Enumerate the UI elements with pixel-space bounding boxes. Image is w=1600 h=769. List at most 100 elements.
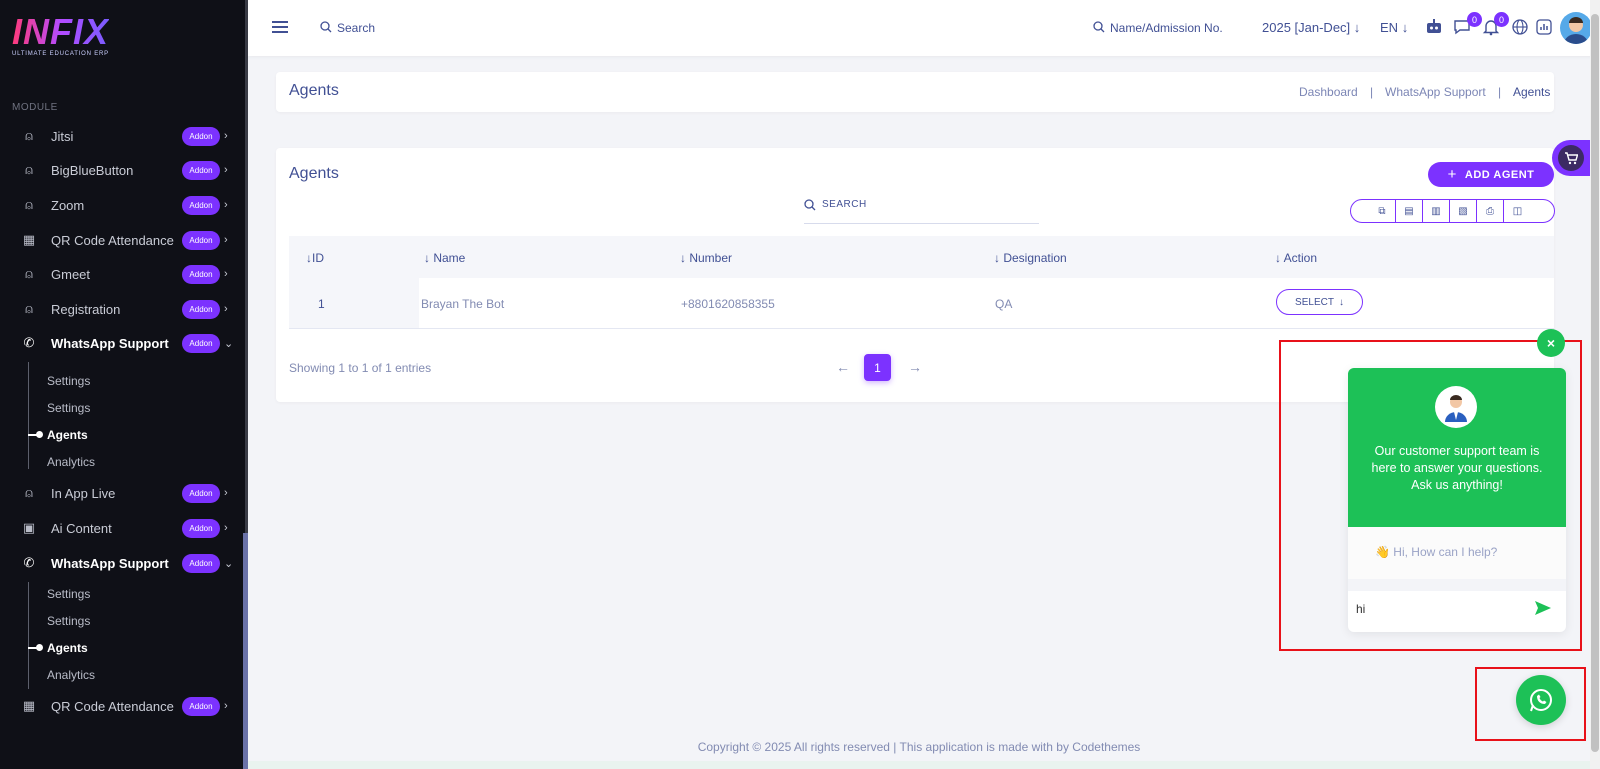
sort-icon: ↓	[994, 251, 1004, 265]
session-select[interactable]: 2025 [Jan-Dec] ↓	[1262, 20, 1360, 35]
column-label: Designation	[1003, 251, 1067, 265]
chat-divider	[1348, 579, 1566, 591]
columns-icon[interactable]: ◫	[1504, 200, 1531, 222]
sidebar-subitem-settings[interactable]: Settings	[47, 614, 90, 628]
column-header-id[interactable]: ↓ID	[306, 251, 324, 265]
chat-header: Our customer support team is here to ans…	[1348, 368, 1566, 527]
sidebar-subitem-agents[interactable]: Agents	[47, 428, 88, 442]
chat-widget: Our customer support team is here to ans…	[1348, 368, 1566, 632]
entries-info: Showing 1 to 1 of 1 entries	[289, 361, 432, 375]
robot-icon[interactable]	[1424, 17, 1444, 37]
sort-icon: ↓	[424, 251, 434, 265]
avatar[interactable]	[1560, 12, 1592, 44]
page-header: Agents Dashboard | WhatsApp Support | Ag…	[276, 72, 1554, 112]
sidebar-subitem-agents[interactable]: Agents	[47, 641, 88, 655]
breadcrumb-whatsapp-support[interactable]: WhatsApp Support	[1385, 85, 1486, 99]
search-icon	[1093, 21, 1105, 33]
sidebar-item-label: Zoom	[51, 197, 85, 213]
chat-message-input[interactable]: hi	[1356, 602, 1365, 616]
session-label: 2025 [Jan-Dec]	[1262, 20, 1351, 35]
sidebar-subitem-analytics[interactable]: Analytics	[47, 668, 95, 682]
user-icon: ⍝	[25, 485, 33, 500]
sidebar-scrollbar[interactable]	[243, 533, 248, 769]
column-header-designation[interactable]: ↓ Designation	[994, 251, 1067, 265]
arrow-down-icon: ↓	[1338, 296, 1344, 308]
column-header-number[interactable]: ↓ Number	[680, 251, 732, 265]
tree-line	[28, 362, 29, 469]
column-header-action[interactable]: ↓ Action	[1275, 251, 1317, 265]
addon-badge: Addon	[182, 696, 220, 716]
menu-toggle-icon[interactable]	[272, 20, 288, 34]
send-icon[interactable]	[1534, 599, 1552, 617]
search-icon	[804, 199, 816, 211]
sidebar-item-whatsapp-support[interactable]: ✆ WhatsApp Support Addon ⌄	[0, 326, 240, 360]
row-divider	[289, 328, 1554, 329]
sidebar-item-ai-content[interactable]: ▣ Ai Content Addon ›	[0, 511, 240, 545]
pdf-icon[interactable]: ▧	[1450, 200, 1477, 222]
chevron-down-icon: ⌄	[224, 337, 234, 350]
active-dot	[28, 644, 43, 651]
addon-badge: Addon	[182, 264, 220, 284]
chevron-right-icon: ›	[224, 487, 228, 499]
column-label: Number	[689, 251, 733, 265]
copy-icon[interactable]: ⧉	[1369, 200, 1396, 222]
sidebar-item-registration[interactable]: ⍝ Registration Addon ›	[0, 292, 240, 326]
globe-icon[interactable]	[1512, 19, 1528, 35]
addon-badge: Addon	[182, 483, 220, 503]
report-icon[interactable]	[1536, 19, 1552, 35]
table-header	[289, 236, 1554, 278]
addon-badge: Addon	[182, 333, 220, 353]
agent-number: +8801620858355	[681, 297, 775, 311]
logo[interactable]: INFIX ULTIMATE EDUCATION ERP	[12, 14, 109, 58]
print-icon[interactable]: ⎙	[1477, 200, 1504, 222]
sidebar-item-in-app-live[interactable]: ⍝ In App Live Addon ›	[0, 476, 240, 510]
sidebar-item-label: WhatsApp Support	[51, 555, 169, 571]
page-scrollbar[interactable]	[1590, 0, 1600, 769]
language-select[interactable]: EN ↓	[1380, 20, 1408, 35]
cart-icon	[1558, 145, 1584, 171]
scrollbar-thumb[interactable]	[1591, 14, 1599, 752]
sidebar-subitem-settings[interactable]: Settings	[47, 587, 90, 601]
excel-icon[interactable]: ▤	[1396, 200, 1423, 222]
sidebar-item-whatsapp-support-2[interactable]: ✆ WhatsApp Support Addon ⌄	[0, 546, 240, 580]
breadcrumb-dashboard[interactable]: Dashboard	[1299, 85, 1358, 99]
chevron-right-icon: ›	[224, 522, 228, 534]
sidebar-subitem-settings[interactable]: Settings	[47, 401, 90, 415]
sidebar-item-bigbluebutton[interactable]: ⍝ BigBlueButton Addon ›	[0, 153, 240, 187]
sidebar-item-qr-code-attendance[interactable]: ▦ QR Code Attendance Addon ›	[0, 223, 240, 257]
robot-icon: ▣	[22, 520, 36, 535]
user-icon: ⍝	[25, 266, 33, 281]
prev-page-icon[interactable]: ←	[836, 359, 850, 375]
sidebar-item-zoom[interactable]: ⍝ Zoom Addon ›	[0, 188, 240, 222]
chevron-right-icon: ›	[224, 130, 228, 142]
sidebar-item-gmeet[interactable]: ⍝ Gmeet Addon ›	[0, 257, 240, 291]
add-agent-button[interactable]: + ADD AGENT	[1428, 162, 1554, 187]
sort-icon: ↓	[680, 251, 690, 265]
search-input[interactable]: Search	[337, 21, 375, 35]
column-header-name[interactable]: ↓ Name	[424, 251, 465, 265]
close-chat-icon[interactable]: ×	[1537, 329, 1565, 357]
sidebar-item-label: BigBlueButton	[51, 162, 134, 178]
bottom-bar	[248, 761, 1590, 769]
student-search-input[interactable]: Name/Admission No.	[1110, 21, 1223, 35]
chat-welcome-message: Our customer support team is here to ans…	[1371, 444, 1543, 492]
chat-greeting-text: Hi, How can I help?	[1393, 545, 1498, 559]
next-page-icon[interactable]: →	[908, 359, 922, 375]
sidebar-item-label: Gmeet	[51, 266, 91, 282]
whatsapp-chat-button[interactable]	[1516, 675, 1566, 725]
addon-badge: Addon	[182, 553, 220, 573]
select-action-button[interactable]: SELECT ↓	[1276, 289, 1363, 315]
chevron-right-icon: ›	[224, 303, 228, 315]
csv-icon[interactable]: ▥	[1423, 200, 1450, 222]
sidebar-subitem-analytics[interactable]: Analytics	[47, 455, 95, 469]
sidebar-item-jitsi[interactable]: ⍝ Jitsi Addon ›	[0, 119, 240, 153]
page-button-current[interactable]: 1	[864, 354, 891, 381]
cart-button[interactable]	[1552, 140, 1592, 176]
table-row-id-cell	[289, 278, 419, 329]
sidebar: INFIX ULTIMATE EDUCATION ERP MODULE ⍝ Ji…	[0, 0, 248, 769]
sidebar-subitem-settings[interactable]: Settings	[47, 374, 90, 388]
chevron-right-icon: ›	[224, 199, 228, 211]
sidebar-item-qr-code-attendance-2[interactable]: ▦ QR Code Attendance Addon ›	[0, 689, 240, 723]
export-toolbar: ⧉ ▤ ▥ ▧ ⎙ ◫	[1350, 199, 1555, 223]
table-search-input[interactable]: SEARCH	[822, 199, 867, 210]
